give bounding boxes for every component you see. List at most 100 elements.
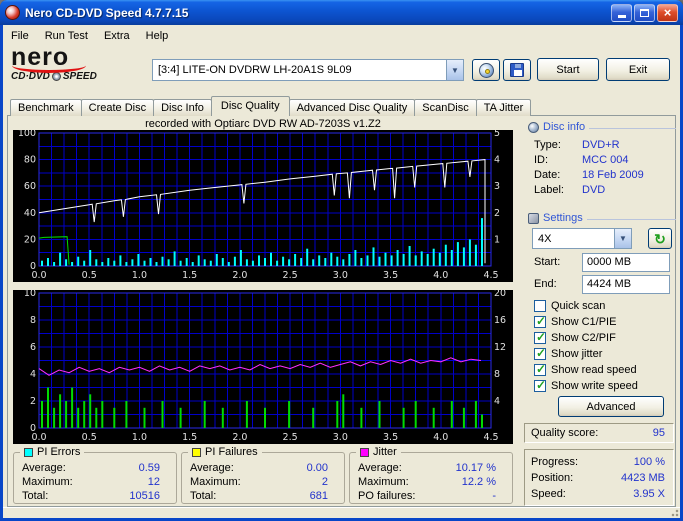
checkbox-box[interactable] [534,362,546,376]
jitter-color-swatch [360,447,369,457]
advanced-button[interactable]: Advanced [558,396,664,417]
progress-value: 100 % [633,456,665,468]
resize-grip[interactable] [669,508,679,517]
speed-value: 3.95 X [633,488,665,500]
menu-file[interactable]: File [3,27,37,45]
disc-type-value: DVD+R [582,139,620,151]
tab-create-disc[interactable]: Create Disc [80,99,155,116]
svg-text:3: 3 [494,181,500,192]
pi-errors-groupbox: PI Errors Average: 0.59 Maximum: 12 Total:… [13,446,177,504]
nero-logo-subtext: CD·DVD SPEED [11,71,151,82]
jitter-average: 10.17 % [455,462,496,474]
client-area: File Run Test Extra Help nero CD·DVD SPE… [3,25,680,518]
svg-text:2.5: 2.5 [283,432,298,443]
minimize-button[interactable] [611,3,632,22]
jitter-chart: 1086420201612840.0 0.5 1.0 1.5 2.0 2.5 3.0 3.5 4… [13,290,513,444]
logo-disc-icon [51,72,61,81]
app-icon [5,5,20,20]
pi-errors-title: PI Errors [37,446,81,458]
scan-speed-dropdown-button[interactable]: ▼ [614,229,631,248]
window-controls: × [611,3,678,22]
checkbox-box[interactable] [534,300,546,312]
pi-failures-total: 681 [309,490,328,502]
menu-help[interactable]: Help [138,27,177,45]
pi-errors-average: 0.59 [138,462,160,474]
settings-header: Settings [528,212,676,224]
checkbox-box[interactable] [534,330,546,344]
tab-disc-info[interactable]: Disc Info [153,99,212,116]
menu-bar: File Run Test Extra Help [3,25,680,46]
minimize-icon [617,15,626,18]
stat-row: Average: 10.17 % [358,462,496,474]
checkbox-quick-scan[interactable]: Quick scan [534,299,605,313]
checkbox-box[interactable] [534,314,546,328]
start-button[interactable]: Start [537,58,599,81]
svg-text:8: 8 [494,369,500,380]
maximize-button[interactable] [634,3,655,22]
menu-run-test[interactable]: Run Test [37,27,96,45]
stat-row: Average: 0.00 [190,462,328,474]
exit-button[interactable]: Exit [606,58,670,81]
tab-benchmark[interactable]: Benchmark [10,99,82,116]
tab-scandisc[interactable]: ScanDisc [414,99,477,116]
tab-strip: Benchmark Create Disc Disc Info Disc Qua… [10,96,532,116]
scan-status-panel: Progress: 100 % Position: 4423 MB Speed: 3.… [524,449,674,506]
tab-disc-quality[interactable]: Disc Quality [210,96,290,116]
svg-text:8: 8 [30,315,36,326]
disc-info-header: Disc info [528,121,676,133]
svg-text:3.5: 3.5 [383,270,398,281]
svg-text:0.0: 0.0 [31,432,46,443]
drive-selector[interactable]: [3:4] LITE-ON DVDRW LH-20A1S 9L09 ▼ [152,59,464,81]
drive-selector-dropdown-button[interactable]: ▼ [446,60,463,80]
svg-text:2.5: 2.5 [283,270,298,281]
svg-text:2: 2 [30,396,36,407]
disc-info-icon [528,121,539,133]
tab-advanced-disc-quality[interactable]: Advanced Disc Quality [288,99,416,116]
checkbox-show-c1-pie[interactable]: Show C1/PIE [534,314,616,329]
svg-text:4: 4 [494,396,500,407]
checkbox-box[interactable] [534,378,546,392]
scan-speed-select[interactable]: 4X ▼ [532,228,632,249]
svg-text:2: 2 [494,208,500,219]
pi-failures-legend: PI Failures [188,446,262,458]
disc-tool-button[interactable] [472,59,500,81]
checkbox-show-jitter[interactable]: Show jitter [534,346,602,361]
tab-ta-jitter[interactable]: TA Jitter [475,99,532,116]
end-position-field[interactable]: 4424 MB [582,275,670,294]
quality-score-row: Quality score: 95 [531,427,665,439]
stat-row: Total: 10516 [22,490,160,502]
svg-text:4.0: 4.0 [433,270,448,281]
close-button[interactable]: × [657,3,678,22]
stat-row: Average: 0.59 [22,462,160,474]
status-bar [3,507,680,518]
start-position-label: Start: [534,256,561,268]
pi-errors-chart: 100806040200543210.0 0.5 1.0 1.5 2.0 2.5 3.0 3.… [13,130,513,282]
menu-extra[interactable]: Extra [96,27,138,45]
pi-failures-maximum: 2 [321,476,328,488]
save-button[interactable] [503,59,531,81]
application-window: Nero CD-DVD Speed 4.7.7.15 × File Run Te… [0,0,683,521]
nero-logo: nero CD·DVD SPEED [11,45,151,87]
refresh-button[interactable]: ↻ [648,228,672,249]
chevron-down-icon: ▼ [451,65,459,75]
disc-id-value: MCC 004 [582,154,629,166]
svg-text:20: 20 [494,290,506,299]
drive-selector-value: [3:4] LITE-ON DVDRW LH-20A1S 9L09 [158,64,352,76]
svg-text:1.5: 1.5 [182,432,197,443]
stat-row: Maximum: 2 [190,476,328,488]
po-failures-value: - [492,490,496,502]
svg-text:4: 4 [30,369,36,380]
start-position-field[interactable]: 0000 MB [582,253,670,272]
checkbox-show-c2-pif[interactable]: Show C2/PIF [534,330,616,345]
checkbox-box[interactable] [534,346,546,360]
header-separator [589,127,676,129]
stat-row: PO failures: - [358,490,496,502]
speed-row: Speed: 3.95 X [531,488,665,500]
svg-text:4: 4 [494,155,500,166]
jitter-maximum: 12.2 % [461,476,496,488]
close-icon: × [663,5,672,20]
checkbox-show-read-speed[interactable]: Show read speed [534,362,637,377]
disc-id-row: ID: MCC 004 [534,154,629,166]
checkbox-show-write-speed[interactable]: Show write speed [534,378,638,393]
pi-failures-groupbox: PI Failures Average: 0.00 Maximum: 2 Total… [181,446,345,504]
